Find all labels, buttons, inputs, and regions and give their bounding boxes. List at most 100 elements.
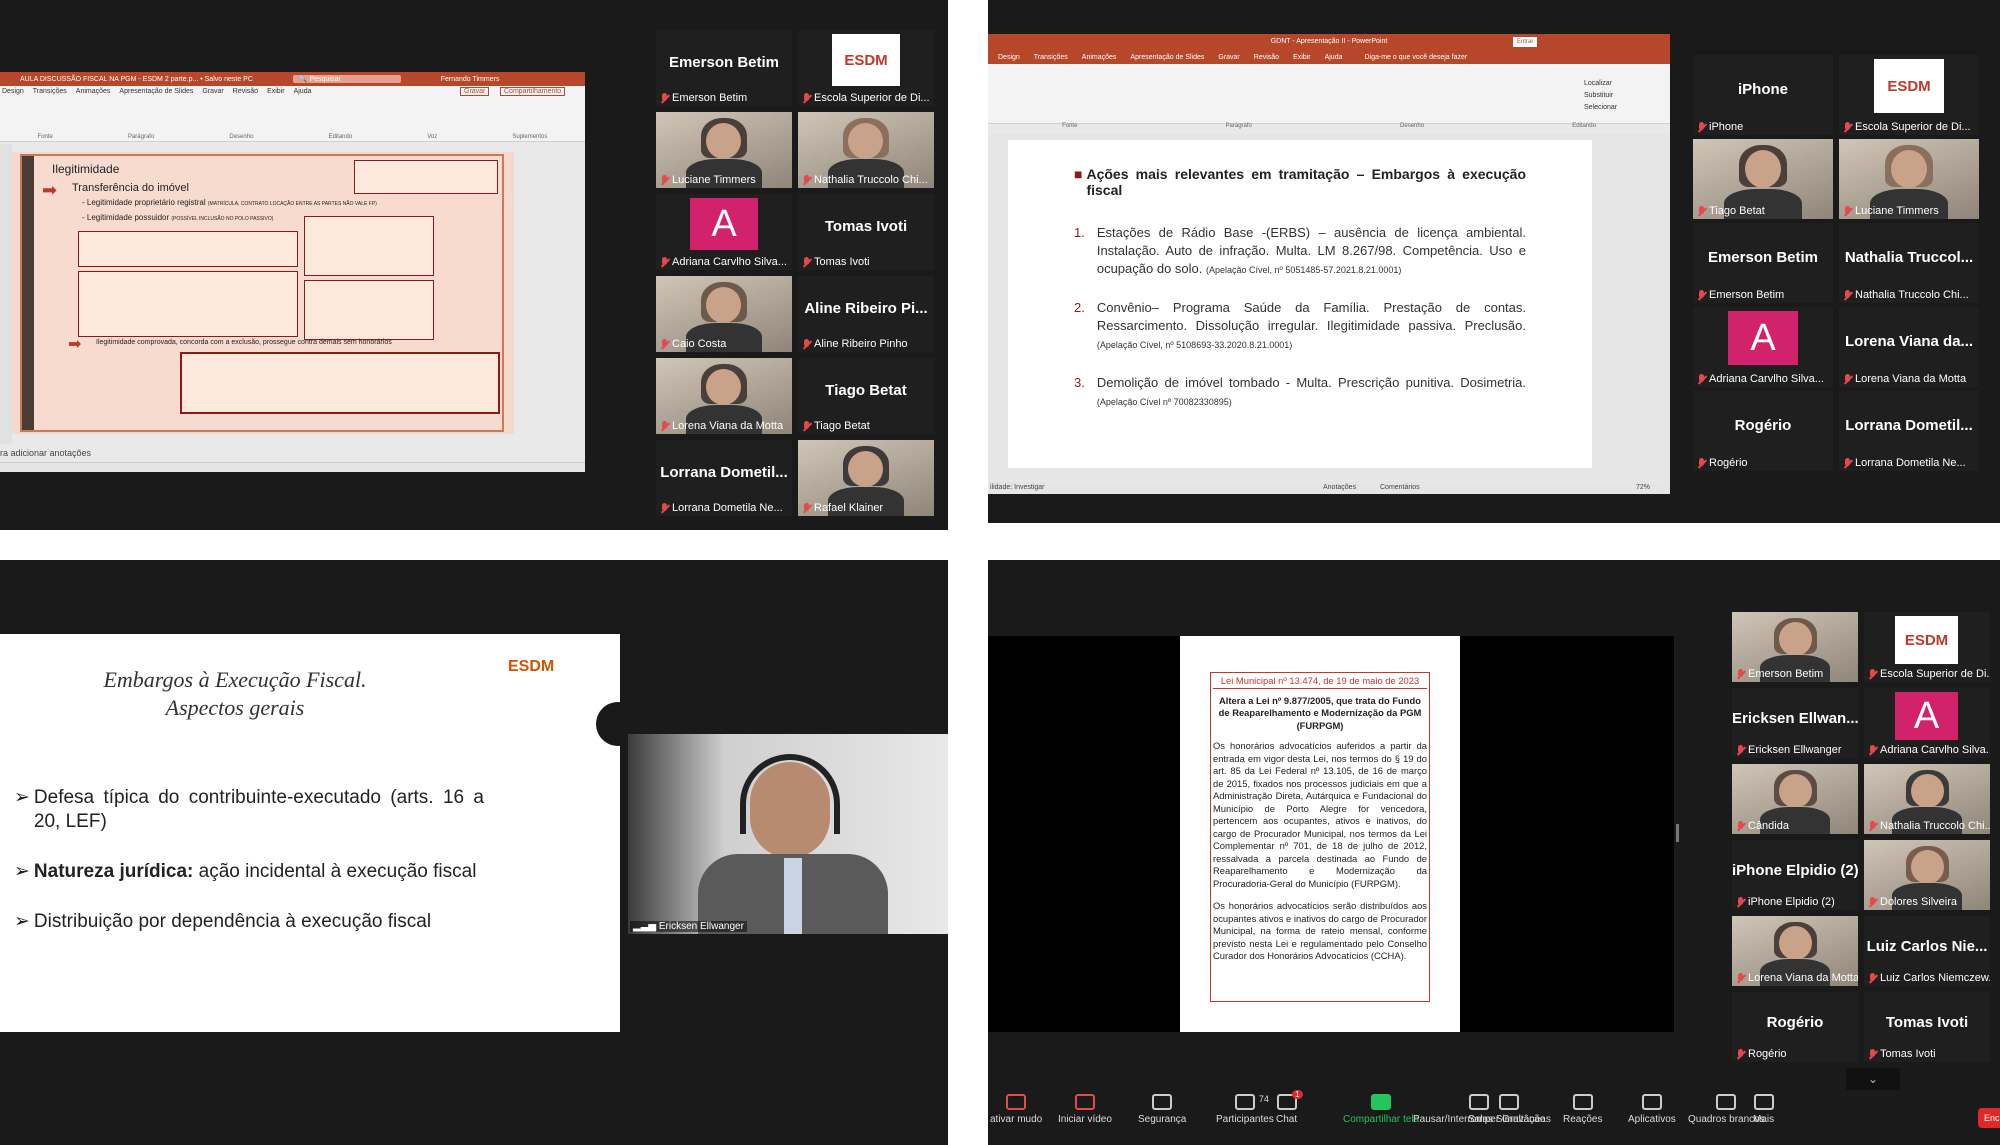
participant-tile[interactable]: Lorrana Dometil... Lorrana Dometila Ne... xyxy=(656,440,792,516)
record-button[interactable]: Gravar xyxy=(460,87,490,96)
participant-tile[interactable]: Rogério Rogério xyxy=(1732,992,1858,1062)
tab-2[interactable]: Animações xyxy=(1082,54,1117,61)
speaker-tie xyxy=(784,858,802,934)
participant-tile[interactable]: Emerson Betim Emerson Betim xyxy=(1693,223,1833,303)
tab-2[interactable]: Animações xyxy=(76,88,111,95)
tab-1[interactable]: Transições xyxy=(33,88,67,95)
item-body: Convênio– Programa Saúde da Família. Pre… xyxy=(1097,299,1526,354)
toolbar-button[interactable]: 74 Participantes xyxy=(1216,1094,1274,1125)
tab-0[interactable]: Design xyxy=(998,54,1020,61)
tab-5[interactable]: Revisão xyxy=(1254,54,1279,61)
tab-7[interactable]: Ajuda xyxy=(294,88,312,95)
editing-command[interactable]: Substituir xyxy=(1584,90,1617,102)
zoom-level[interactable]: 72% xyxy=(1636,481,1650,494)
mic-muted-icon xyxy=(802,174,811,186)
comments-button[interactable]: Comentários xyxy=(1380,481,1420,494)
participant-tile[interactable]: Lorrana Dometil... Lorrana Dometila Ne... xyxy=(1839,391,1979,471)
end-meeting-button[interactable]: Enc xyxy=(1978,1108,2000,1128)
participant-tile[interactable]: Lorena Viana da Motta xyxy=(656,358,792,434)
tab-5[interactable]: Revisão xyxy=(233,88,258,95)
participant-tile[interactable]: A Adriana Carvlho Silva... xyxy=(1864,688,1990,758)
toolbar-button[interactable]: Iniciar vídeo xyxy=(1058,1094,1112,1125)
participant-name: Nathalia Truccolo Chi... xyxy=(1855,289,1969,301)
toolbar-button[interactable]: Aplicativos xyxy=(1628,1094,1676,1125)
mic-muted-icon xyxy=(1697,121,1706,133)
sign-in-button[interactable]: Entrar xyxy=(1513,37,1538,47)
participant-tile[interactable]: Nathalia Truccol... Nathalia Truccolo Chi… xyxy=(1839,223,1979,303)
tab-4[interactable]: Gravar xyxy=(1218,54,1239,61)
participant-tile[interactable]: Emerson Betim Emerson Betim xyxy=(656,30,792,106)
participant-tile[interactable]: Tiago Betat xyxy=(1693,139,1833,219)
editing-command[interactable]: Selecionar xyxy=(1584,102,1617,114)
participant-name: Rogério xyxy=(1748,1048,1787,1060)
toolbar-button[interactable]: Salas Simultâneas xyxy=(1468,1094,1551,1125)
toolbar-button[interactable]: Compartilhar tela xyxy=(1343,1094,1419,1125)
tab-7[interactable]: Ajuda xyxy=(1325,54,1343,61)
participant-tile[interactable]: Rogério Rogério xyxy=(1693,391,1833,471)
participant-name-label: Emerson Betim xyxy=(1697,289,1784,301)
toolbar-button[interactable]: Segurança xyxy=(1138,1094,1186,1125)
ribbon-group-label: Editando xyxy=(328,134,353,140)
bullet-2-text: ação incidental à execução fiscal xyxy=(193,861,477,882)
toolbar-label: Iniciar vídeo xyxy=(1058,1114,1112,1125)
toolbar-button[interactable]: Mais xyxy=(1753,1094,1774,1125)
mic-muted-icon xyxy=(660,92,669,104)
tab-4[interactable]: Gravar xyxy=(202,88,223,95)
notes-button[interactable]: Anotações xyxy=(1323,481,1356,494)
tab-6[interactable]: Exibir xyxy=(267,88,285,95)
toolbar-button[interactable]: 1 Chat xyxy=(1276,1090,1303,1125)
participant-name: Lorrana Dometila Ne... xyxy=(672,502,783,514)
participant-name: Emerson Betim xyxy=(1709,289,1785,301)
gallery-down-chevron-icon[interactable]: ⌄ xyxy=(1846,1068,1900,1090)
slide-title: Embargos à Execução Fiscal. Aspectos ger… xyxy=(0,666,470,722)
participant-tile[interactable]: Nathalia Truccolo Chi... xyxy=(798,112,934,188)
participant-tile[interactable]: iPhone iPhone xyxy=(1693,55,1833,135)
ribbon-tabs: Design Transições Animações Apresentação de… xyxy=(988,50,1670,64)
participant-tile[interactable]: Lorena Viana da... Lorena Viana da Motta xyxy=(1839,307,1979,387)
participant-tile[interactable]: Lorena Viana da Motta xyxy=(1732,916,1858,986)
participant-name-label: Rogério xyxy=(1736,1048,1787,1060)
participant-tile[interactable]: Luciane Timmers xyxy=(656,112,792,188)
tab-0[interactable]: Design xyxy=(2,88,24,95)
editing-command[interactable]: Localizar xyxy=(1584,78,1617,90)
mic-muted-icon xyxy=(1868,820,1877,832)
participant-tile[interactable]: ESDM Escola Superior de Di... xyxy=(1864,612,1990,682)
participant-tile[interactable]: ESDM Escola Superior de Di... xyxy=(798,30,934,106)
participant-tile[interactable]: Caio Costa xyxy=(656,276,792,352)
participant-tile[interactable]: Luiz Carlos Nie... Luiz Carlos Niemczew..… xyxy=(1864,916,1990,986)
splitter-handle[interactable] xyxy=(1676,824,1679,842)
search-box[interactable]: 🔍 Pesquisar xyxy=(292,75,401,83)
participant-tile[interactable]: Emerson Betim xyxy=(1732,612,1858,682)
participant-tile[interactable]: A Adriana Carvlho Silva... xyxy=(656,194,792,270)
toolbar-button[interactable]: Reações xyxy=(1563,1094,1602,1125)
participant-tile[interactable]: Cândida xyxy=(1732,764,1858,834)
participant-tile[interactable]: Nathalia Truccolo Chi... xyxy=(1864,764,1990,834)
toolbar-button[interactable]: ativar mudo xyxy=(990,1094,1042,1125)
participant-tile[interactable]: A Adriana Carvlho Silva... xyxy=(1693,307,1833,387)
participant-tile[interactable]: ESDM Escola Superior de Di... xyxy=(1839,55,1979,135)
tab-3[interactable]: Apresentação de Slides xyxy=(1130,54,1204,61)
share-button[interactable]: Compartilhamento xyxy=(500,87,566,96)
ribbon-group-label: Editando xyxy=(1572,123,1596,129)
participant-tile[interactable]: Luciane Timmers xyxy=(1839,139,1979,219)
tell-me-box[interactable]: Diga-me o que você deseja fazer xyxy=(1364,54,1467,61)
notes-pane[interactable]: ra adicionar anotações xyxy=(0,448,91,458)
mic-muted-icon xyxy=(660,174,669,186)
participant-tile[interactable]: Dolores Silveira xyxy=(1864,840,1990,910)
participant-tile[interactable]: Tiago Betat Tiago Betat xyxy=(798,358,934,434)
doc-subtitle: Altera a Lei nº 9.877/2005, que trata do… xyxy=(1218,694,1422,731)
logo-text: ESDM xyxy=(1904,631,1949,649)
participant-tile[interactable]: Tomas Ivoti Tomas Ivoti xyxy=(1864,992,1990,1062)
mic-muted-icon xyxy=(1736,744,1745,756)
tab-3[interactable]: Apresentação de Slides xyxy=(119,88,193,95)
participant-tile[interactable]: Tomas Ivoti Tomas Ivoti xyxy=(798,194,934,270)
participant-tile[interactable]: iPhone Elpidio (2) iPhone Elpidio (2) xyxy=(1732,840,1858,910)
participant-tile[interactable]: Aline Ribeiro Pi... Aline Ribeiro Pinho xyxy=(798,276,934,352)
participant-name-label: Lorena Viana da Motta xyxy=(660,420,783,432)
tab-6[interactable]: Exibir xyxy=(1293,54,1311,61)
participant-face xyxy=(848,450,883,487)
tab-1[interactable]: Transições xyxy=(1034,54,1068,61)
participant-tile[interactable]: Ericksen Ellwan... Ericksen Ellwanger xyxy=(1732,688,1858,758)
speaker-video[interactable]: ▂▃▅ Ericksen Ellwanger xyxy=(628,734,948,934)
participant-tile[interactable]: Rafael Klainer xyxy=(798,440,934,516)
